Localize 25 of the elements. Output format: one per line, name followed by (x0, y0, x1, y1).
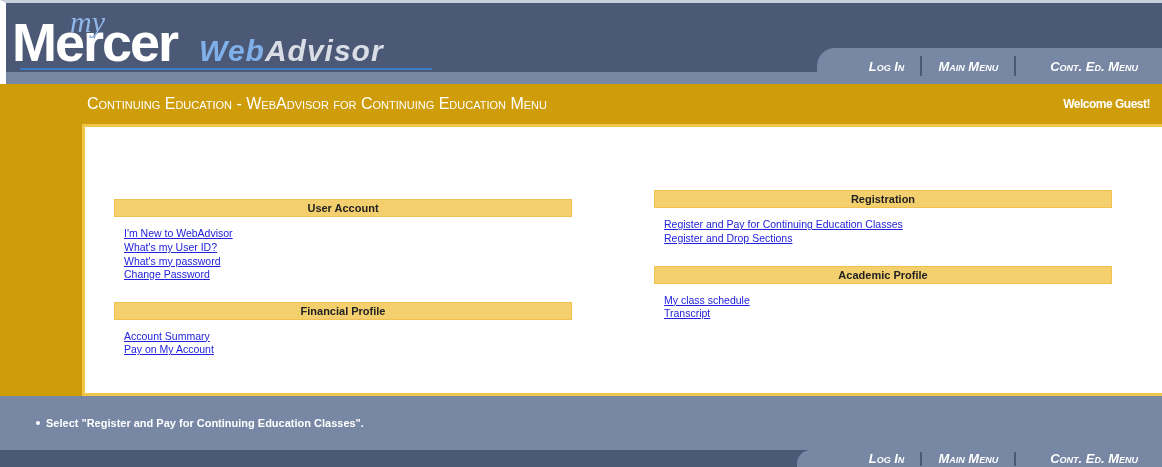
bullet-icon (36, 421, 40, 426)
message-text: Select "Register and Pay for Continuing Education Classes". (46, 416, 364, 432)
menu-link[interactable]: Pay on My Account (124, 343, 214, 357)
menu-link[interactable]: Change Password (124, 268, 210, 282)
menu-link[interactable]: What's my User ID? (124, 241, 218, 255)
nav-link[interactable]: Main Menu (922, 449, 1015, 467)
section-header: Academic Profile (654, 265, 1112, 284)
nav-link[interactable]: Log In (852, 56, 921, 77)
nav-link[interactable]: Log In (852, 449, 921, 467)
menu-link[interactable]: Account Summary (124, 329, 210, 344)
page-title: Continuing Education - WebAdvisor for Continuing Education Menu (87, 94, 547, 115)
nav-link[interactable]: Cont. Ed. Menu (1016, 56, 1138, 77)
nav-link[interactable]: Main Menu (922, 56, 1015, 77)
menu-link[interactable]: Register and Pay for Continuing Education Classes (664, 218, 903, 232)
menu-link[interactable]: What's my password (124, 254, 221, 269)
section-header: User Account (114, 199, 572, 218)
menu-link[interactable]: My class schedule (664, 293, 750, 308)
product-name: WebAdvisor (199, 35, 384, 67)
menu-link[interactable]: Transcript (664, 307, 711, 321)
nav-link[interactable]: Cont. Ed. Menu (1016, 449, 1138, 467)
section-header: Registration (654, 190, 1112, 209)
menu-link[interactable]: Register and Drop Sections (664, 232, 793, 246)
menu-link[interactable]: I'm New to WebAdvisor (124, 227, 233, 241)
section-header: Financial Profile (114, 301, 572, 320)
welcome-text: Welcome Guest! (1063, 96, 1150, 114)
